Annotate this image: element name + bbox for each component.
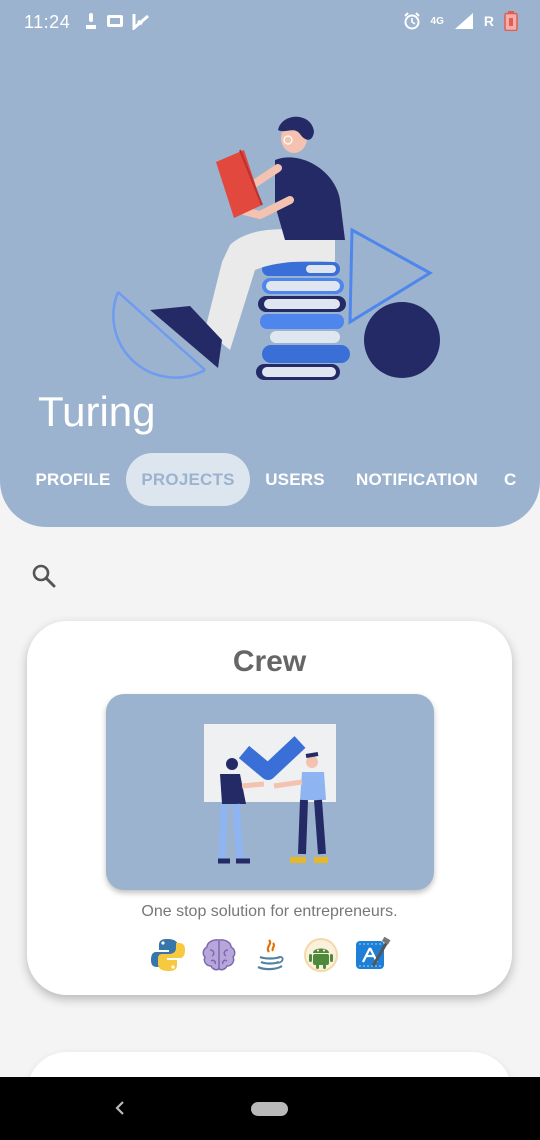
project-image — [106, 694, 434, 890]
back-icon[interactable] — [110, 1097, 130, 1119]
project-description: One stop solution for entrepreneurs. — [141, 903, 398, 920]
tab-bar: PROFILE PROJECTS USERS NOTIFICATION C — [0, 453, 540, 507]
status-bar: 11:24 4G R — [0, 0, 540, 46]
check-notification-icon — [132, 14, 149, 30]
brain-icon — [202, 939, 236, 971]
app-title: Turing — [38, 388, 156, 435]
person-reading-on-books-illustration — [112, 116, 440, 380]
python-icon — [151, 939, 185, 971]
network-type: 4G — [430, 15, 444, 27]
xcode-icon — [356, 936, 391, 969]
data-usage-icon — [86, 13, 96, 29]
two-people-checkmark-illustration — [204, 724, 336, 864]
battery-icon — [504, 11, 518, 31]
sim-card-icon — [107, 15, 123, 27]
project-card[interactable]: Crew One stop solution for entrepreneurs… — [27, 621, 512, 995]
roaming-indicator: R — [483, 13, 494, 29]
search-icon[interactable] — [31, 563, 57, 589]
signal-icon — [454, 13, 473, 29]
project-title: Crew — [232, 645, 307, 678]
tab-projects[interactable]: PROJECTS — [126, 453, 250, 506]
home-pill-icon[interactable] — [251, 1102, 288, 1116]
alarm-icon — [403, 12, 420, 30]
java-icon — [257, 939, 284, 971]
status-time: 11:24 — [24, 12, 71, 32]
tech-icons — [149, 936, 391, 974]
tab-profile[interactable]: PROFILE — [28, 453, 118, 506]
tab-overflow[interactable]: C — [504, 453, 534, 506]
android-icon — [304, 938, 338, 972]
tab-users[interactable]: USERS — [258, 453, 332, 506]
tab-notification[interactable]: NOTIFICATION — [346, 453, 488, 506]
navigation-bar — [0, 1077, 540, 1140]
header: 11:24 4G R Turing PROFILE PROJECTS USERS… — [0, 0, 540, 527]
